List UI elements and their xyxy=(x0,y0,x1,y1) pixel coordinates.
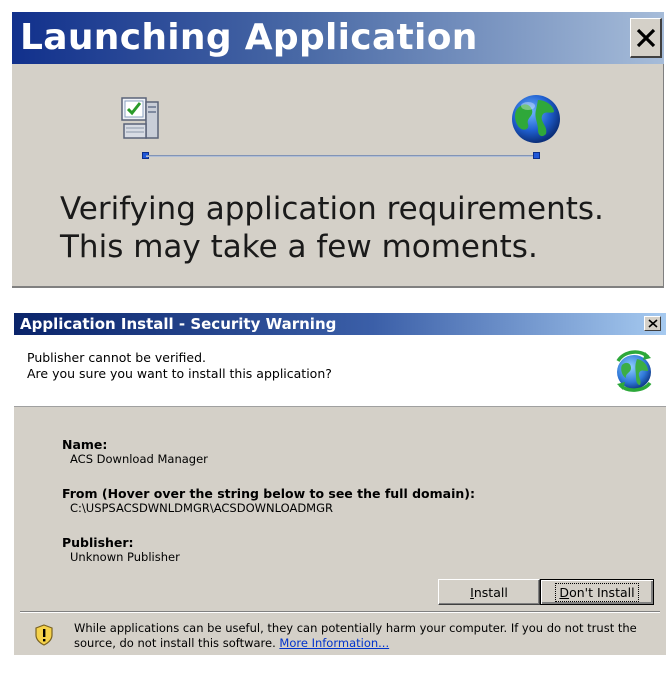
security-titlebar[interactable]: Application Install - Security Warning xyxy=(14,313,666,335)
name-value: ACS Download Manager xyxy=(70,452,208,466)
from-label: From (Hover over the string below to see… xyxy=(62,486,475,501)
launching-status-message: Verifying application requirements. This… xyxy=(60,191,604,265)
security-title: Application Install - Security Warning xyxy=(20,315,337,333)
launching-title: Launching Application xyxy=(20,17,478,58)
dont-install-button-label: Don't Install xyxy=(555,582,639,602)
security-header: Publisher cannot be verified. Are you su… xyxy=(14,335,666,407)
launching-close-button[interactable] xyxy=(630,18,662,58)
close-icon xyxy=(647,319,658,328)
publisher-warning-text: Publisher cannot be verified. xyxy=(27,350,207,365)
security-close-button[interactable] xyxy=(644,316,661,331)
install-button[interactable]: Install xyxy=(438,579,540,605)
from-value[interactable]: C:\USPSACSDWNLDMGR\ACSDOWNLOADMGR xyxy=(70,501,333,515)
launching-titlebar[interactable]: Launching Application xyxy=(12,12,664,64)
globe-arrows-icon xyxy=(616,350,652,392)
name-label: Name: xyxy=(62,437,108,452)
install-question-text: Are you sure you want to install this ap… xyxy=(27,366,332,381)
connection-end-point xyxy=(533,152,540,159)
close-icon xyxy=(636,28,655,47)
launching-application-dialog: Launching Application Verifying applicat… xyxy=(12,12,664,288)
computer-check-icon xyxy=(121,97,159,139)
connection-line xyxy=(146,155,538,157)
dont-install-button[interactable]: Don't Install xyxy=(540,579,654,605)
globe-icon xyxy=(512,95,560,143)
more-information-link[interactable]: More Information... xyxy=(279,636,389,650)
shield-warning-icon xyxy=(35,624,53,646)
publisher-label: Publisher: xyxy=(62,535,134,550)
publisher-value: Unknown Publisher xyxy=(70,550,180,564)
install-button-label: Install xyxy=(470,584,508,600)
footer-warning-text: While applications can be useful, they c… xyxy=(74,621,637,650)
footer-divider xyxy=(20,611,660,613)
security-warning-dialog: Application Install - Security Warning P… xyxy=(14,313,666,655)
